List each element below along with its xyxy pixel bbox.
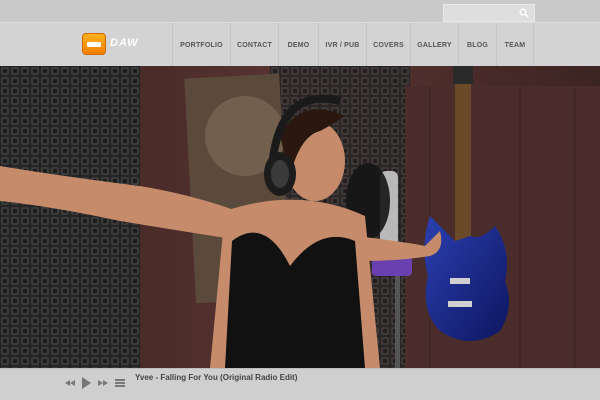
site-logo[interactable]: DAW (82, 33, 138, 55)
top-bar (0, 0, 600, 23)
nav-item-team[interactable]: TEAM (496, 23, 534, 67)
playlist-icon[interactable] (114, 377, 126, 389)
singer-in-studio-illustration (0, 66, 600, 368)
nav-item-gallery[interactable]: GALLERY (410, 23, 458, 67)
main-navigation: DAW PORTFOLIO CONTACT DEMO IVR / PUB COV… (0, 22, 600, 67)
hero-image (0, 66, 600, 368)
nav-item-covers[interactable]: COVERS (366, 23, 410, 67)
nav-item-ivr-pub[interactable]: IVR / PUB (318, 23, 366, 67)
play-icon[interactable] (80, 376, 92, 390)
next-icon[interactable] (97, 377, 109, 389)
track-title: Yvee - Falling For You (Original Radio E… (135, 373, 298, 382)
nav-menu: PORTFOLIO CONTACT DEMO IVR / PUB COVERS … (172, 23, 534, 67)
music-player: Yvee - Falling For You (Original Radio E… (0, 368, 600, 400)
search-box[interactable] (443, 4, 535, 23)
nav-item-contact[interactable]: CONTACT (230, 23, 278, 67)
previous-icon[interactable] (64, 377, 76, 389)
search-icon[interactable] (519, 8, 529, 18)
nav-item-blog[interactable]: BLOG (458, 23, 496, 67)
logo-text: DAW (110, 37, 139, 49)
search-input[interactable] (444, 7, 518, 23)
nav-item-portfolio[interactable]: PORTFOLIO (172, 23, 230, 67)
logo-icon (82, 33, 106, 55)
nav-item-demo[interactable]: DEMO (278, 23, 318, 67)
